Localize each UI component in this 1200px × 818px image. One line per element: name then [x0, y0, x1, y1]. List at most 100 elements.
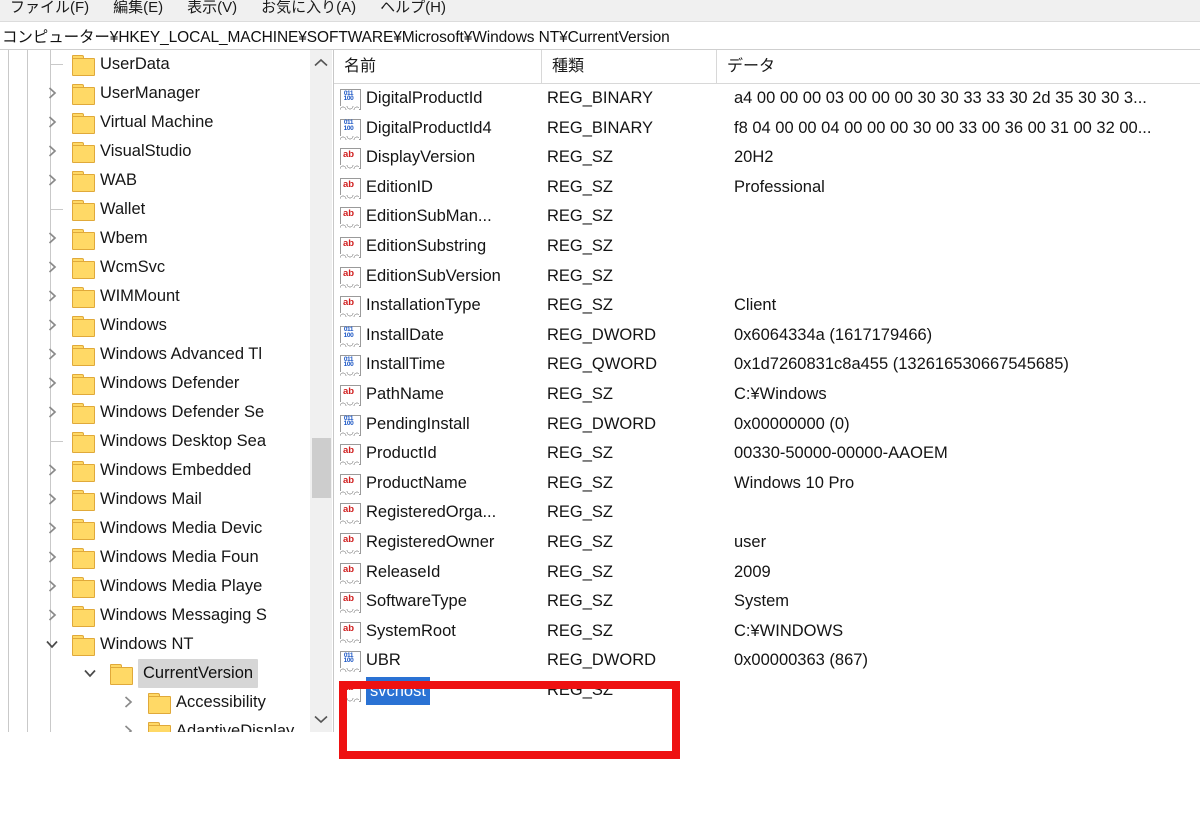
- chevron-right-icon[interactable]: [120, 723, 136, 732]
- value-row[interactable]: 011 100 InstallDate REG_DWORD 0x6064334a (16…: [334, 321, 1200, 351]
- value-name[interactable]: EditionSubMan...: [366, 202, 492, 232]
- tree-item-windows-embedded[interactable]: Windows Embedded: [0, 456, 310, 485]
- tree-item-windows-advanced-tl[interactable]: Windows Advanced Tl: [0, 340, 310, 369]
- chevron-right-icon[interactable]: [44, 143, 60, 159]
- value-name[interactable]: RegisteredOrga...: [366, 498, 496, 528]
- chevron-down-icon[interactable]: [44, 636, 60, 652]
- chevron-right-icon[interactable]: [44, 346, 60, 362]
- tree-item-wimmount[interactable]: WIMMount: [0, 282, 310, 311]
- menu-help[interactable]: ヘルプ(H): [370, 0, 460, 18]
- chevron-right-icon[interactable]: [44, 549, 60, 565]
- value-name[interactable]: EditionSubstring: [366, 232, 486, 262]
- menu-edit[interactable]: 編集(E): [103, 0, 177, 18]
- chevron-right-icon[interactable]: [44, 317, 60, 333]
- tree-item-windows-media-foun[interactable]: Windows Media Foun: [0, 543, 310, 572]
- tree-item-label[interactable]: UserData: [100, 50, 170, 79]
- chevron-right-icon[interactable]: [44, 520, 60, 536]
- tree-item-label[interactable]: Windows NT: [100, 630, 194, 659]
- registry-values-pane[interactable]: 名前 種類 データ 011 100 DigitalProductId REG_BINA…: [334, 50, 1200, 768]
- tree-item-label[interactable]: Windows Media Playe: [100, 572, 262, 601]
- value-name[interactable]: ProductName: [366, 469, 467, 499]
- chevron-right-icon[interactable]: [44, 230, 60, 246]
- tree-item-wallet[interactable]: Wallet: [0, 195, 310, 224]
- value-name[interactable]: EditionSubVersion: [366, 262, 501, 292]
- tree-item-label[interactable]: Windows Media Devic: [100, 514, 262, 543]
- chevron-right-icon[interactable]: [120, 694, 136, 710]
- value-name[interactable]: DisplayVersion: [366, 143, 475, 173]
- value-row[interactable]: ab ProductId REG_SZ 00330-50000-00000-AAOEM: [334, 439, 1200, 469]
- value-name[interactable]: EditionID: [366, 173, 433, 203]
- tree-item-label[interactable]: Wallet: [100, 195, 145, 224]
- menu-file[interactable]: ファイル(F): [0, 0, 103, 18]
- value-row[interactable]: ab SystemRoot REG_SZ C:¥WINDOWS: [334, 617, 1200, 647]
- value-row[interactable]: ab SoftwareType REG_SZ System: [334, 587, 1200, 617]
- tree-item-label[interactable]: WAB: [100, 166, 137, 195]
- tree-item-windows-desktop-sea[interactable]: Windows Desktop Sea: [0, 427, 310, 456]
- tree-item-wcmsvc[interactable]: WcmSvc: [0, 253, 310, 282]
- chevron-right-icon[interactable]: [44, 578, 60, 594]
- registry-tree-list[interactable]: UserData UserManager Virtual Machine Visual…: [0, 50, 310, 732]
- value-row[interactable]: 011 100 PendingInstall REG_DWORD 0x00000000 …: [334, 410, 1200, 440]
- chevron-right-icon[interactable]: [44, 607, 60, 623]
- value-name[interactable]: PendingInstall: [366, 410, 470, 440]
- tree-item-label[interactable]: Windows Desktop Sea: [100, 427, 266, 456]
- tree-item-label[interactable]: WIMMount: [100, 282, 180, 311]
- value-name[interactable]: InstallDate: [366, 321, 444, 351]
- tree-item-label[interactable]: Windows Media Foun: [100, 543, 259, 572]
- registry-tree-pane[interactable]: UserData UserManager Virtual Machine Visual…: [0, 50, 334, 732]
- tree-item-wbem[interactable]: Wbem: [0, 224, 310, 253]
- chevron-down-icon[interactable]: [82, 665, 98, 681]
- tree-item-label[interactable]: UserManager: [100, 79, 200, 108]
- tree-item-windows-nt[interactable]: Windows NT: [0, 630, 310, 659]
- tree-item-windows-messaging-s[interactable]: Windows Messaging S: [0, 601, 310, 630]
- value-row[interactable]: ab PathName REG_SZ C:¥Windows: [334, 380, 1200, 410]
- tree-item-label[interactable]: Windows Messaging S: [100, 601, 267, 630]
- tree-item-windows-media-playe[interactable]: Windows Media Playe: [0, 572, 310, 601]
- tree-scroll-thumb[interactable]: [312, 438, 331, 498]
- chevron-right-icon[interactable]: [44, 172, 60, 188]
- value-name[interactable]: ReleaseId: [366, 558, 440, 588]
- tree-item-windows-defender-se[interactable]: Windows Defender Se: [0, 398, 310, 427]
- value-name[interactable]: UBR: [366, 646, 401, 676]
- tree-item-label[interactable]: Wbem: [100, 224, 148, 253]
- chevron-right-icon[interactable]: [44, 375, 60, 391]
- value-name[interactable]: SoftwareType: [366, 587, 467, 617]
- value-row[interactable]: 011 100 DigitalProductId4 REG_BINARY f8 04 0…: [334, 114, 1200, 144]
- value-row[interactable]: ab EditionSubstring REG_SZ: [334, 232, 1200, 262]
- address-bar[interactable]: コンピューター¥HKEY_LOCAL_MACHINE¥SOFTWARE¥Micr…: [0, 22, 1200, 50]
- value-row[interactable]: ab DisplayVersion REG_SZ 20H2: [334, 143, 1200, 173]
- value-name[interactable]: DigitalProductId4: [366, 114, 492, 144]
- column-header-type[interactable]: 種類: [542, 50, 717, 83]
- tree-item-windows[interactable]: Windows: [0, 311, 310, 340]
- tree-item-windows-media-devic[interactable]: Windows Media Devic: [0, 514, 310, 543]
- value-row[interactable]: ab EditionID REG_SZ Professional: [334, 173, 1200, 203]
- tree-item-label[interactable]: Windows Defender: [100, 369, 239, 398]
- tree-item-accessibility[interactable]: Accessibility: [0, 688, 310, 717]
- tree-item-currentversion[interactable]: CurrentVersion: [0, 659, 310, 688]
- tree-item-usermanager[interactable]: UserManager: [0, 79, 310, 108]
- tree-item-label[interactable]: Windows Defender Se: [100, 398, 264, 427]
- value-row[interactable]: 011 100 InstallTime REG_QWORD 0x1d7260831c8a…: [334, 350, 1200, 380]
- value-name[interactable]: PathName: [366, 380, 444, 410]
- tree-item-visualstudio[interactable]: VisualStudio: [0, 137, 310, 166]
- value-row[interactable]: ab EditionSubMan... REG_SZ: [334, 202, 1200, 232]
- tree-item-label[interactable]: Windows Advanced Tl: [100, 340, 262, 369]
- tree-item-windows-mail[interactable]: Windows Mail: [0, 485, 310, 514]
- tree-item-label[interactable]: Virtual Machine: [100, 108, 213, 137]
- value-row[interactable]: ab ReleaseId REG_SZ 2009: [334, 558, 1200, 588]
- tree-vertical-scrollbar[interactable]: [310, 50, 332, 732]
- address-path-text[interactable]: コンピューター¥HKEY_LOCAL_MACHINE¥SOFTWARE¥Micr…: [0, 25, 670, 47]
- tree-item-windows-defender[interactable]: Windows Defender: [0, 369, 310, 398]
- value-row[interactable]: 011 100 DigitalProductId REG_BINARY a4 00 00…: [334, 84, 1200, 114]
- tree-item-wab[interactable]: WAB: [0, 166, 310, 195]
- tree-item-adaptivedisplay[interactable]: AdaptiveDisplay: [0, 717, 310, 732]
- value-row[interactable]: ab svchost REG_SZ: [334, 676, 1200, 706]
- menu-view[interactable]: 表示(V): [177, 0, 251, 18]
- scroll-up-icon[interactable]: [310, 52, 332, 74]
- column-header-data[interactable]: データ: [717, 50, 1200, 83]
- tree-item-label[interactable]: Windows Mail: [100, 485, 202, 514]
- value-name[interactable]: InstallationType: [366, 291, 481, 321]
- value-row[interactable]: 011 100 UBR REG_DWORD 0x00000363 (867): [334, 646, 1200, 676]
- chevron-right-icon[interactable]: [44, 491, 60, 507]
- tree-item-label[interactable]: Accessibility: [176, 688, 266, 717]
